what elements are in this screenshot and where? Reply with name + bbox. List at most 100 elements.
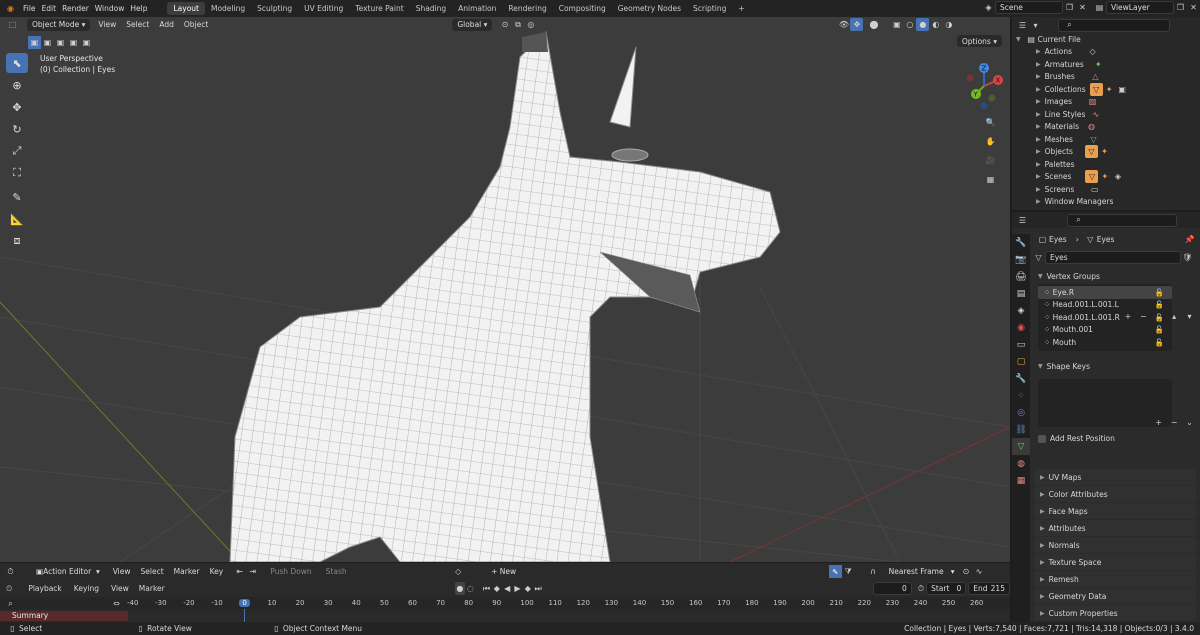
- outliner-item-objects[interactable]: ▶ Objects ▽ ✦: [1012, 145, 1200, 159]
- menu-window[interactable]: Window: [95, 4, 125, 13]
- shading-solid-icon[interactable]: ●: [916, 18, 930, 31]
- remove-vertex-group-button[interactable]: −: [1137, 310, 1150, 323]
- overlays-icon[interactable]: ⬤: [867, 18, 880, 31]
- measure-tool-icon[interactable]: 📐: [6, 209, 28, 229]
- blender-logo-icon[interactable]: ◉: [4, 2, 17, 15]
- zoom-icon[interactable]: 🔍: [984, 116, 997, 129]
- scene-field[interactable]: Scene: [995, 1, 1063, 14]
- select-extend-icon[interactable]: ▣: [41, 36, 54, 49]
- render-tab-icon[interactable]: 📷: [1012, 251, 1030, 268]
- add-shape-key-button[interactable]: +: [1152, 416, 1165, 429]
- particles-tab-icon[interactable]: ⁘: [1012, 387, 1030, 404]
- add-vertex-group-button[interactable]: +: [1121, 310, 1134, 323]
- lock-icon[interactable]: 🔓: [1155, 338, 1164, 347]
- physics-tab-icon[interactable]: ◎: [1012, 404, 1030, 421]
- copy-view-layer-icon[interactable]: ❐: [1174, 1, 1187, 14]
- select-box-tool-icon[interactable]: ⬉: [6, 53, 28, 73]
- visibility-icon[interactable]: 👁: [837, 18, 850, 31]
- outliner-item-palettes[interactable]: ▶ Palettes: [1012, 158, 1200, 171]
- transform-tool-icon[interactable]: ⛶: [6, 163, 28, 183]
- outliner-item-brushes[interactable]: ▶ Brushes △: [1012, 71, 1200, 84]
- shading-rendered-icon[interactable]: ◑: [942, 18, 955, 31]
- panel-normals[interactable]: ▶ Normals: [1034, 537, 1196, 553]
- panel-uv-maps[interactable]: ▶ UV Maps: [1034, 469, 1196, 485]
- cursor-tool-icon[interactable]: ⊕: [6, 75, 28, 95]
- outliner-item-materials[interactable]: ▶ Materials ◍: [1012, 121, 1200, 134]
- rotate-tool-icon[interactable]: ↻: [6, 119, 28, 139]
- tab-uv-editing[interactable]: UV Editing: [298, 2, 349, 15]
- panel-geometry-data[interactable]: ▶ Geometry Data: [1034, 588, 1196, 604]
- outliner-item-collections[interactable]: ▶ Collections ▽ ✦ ▣: [1012, 82, 1200, 96]
- select-invert-icon[interactable]: ▣: [67, 36, 80, 49]
- properties-search-input[interactable]: ⌕: [1067, 213, 1177, 227]
- outliner-item-meshes[interactable]: ▶ Meshes ▽: [1012, 133, 1200, 146]
- editor-type-icon[interactable]: ⬚: [6, 18, 19, 31]
- outliner-item-screens[interactable]: ▶ Screens ▭: [1012, 183, 1200, 196]
- vertex-group-item[interactable]: ⁘ Eye.R 🔓: [1038, 286, 1172, 299]
- outliner-item-images[interactable]: ▶ Images ▨: [1012, 96, 1200, 109]
- tab-rendering[interactable]: Rendering: [502, 2, 552, 15]
- add-cube-tool-icon[interactable]: ⧈: [6, 231, 28, 251]
- scene-icon[interactable]: ◈: [982, 1, 995, 14]
- display-mode-icon[interactable]: ▾: [1029, 19, 1042, 32]
- outliner-item-line-styles[interactable]: ▶ Line Styles ∿: [1012, 108, 1200, 121]
- tab-texture-paint[interactable]: Texture Paint: [349, 2, 409, 15]
- scene-tab-icon[interactable]: ◈: [1012, 302, 1030, 319]
- pin-icon[interactable]: 📌: [1183, 233, 1196, 246]
- modifiers-tab-icon[interactable]: 🔧: [1012, 370, 1030, 387]
- select-subtract-icon[interactable]: ▣: [54, 36, 67, 49]
- pan-hand-icon[interactable]: ✋: [984, 135, 997, 148]
- shape-key-menu-icon[interactable]: ⌄: [1183, 416, 1196, 429]
- move-down-icon[interactable]: ▾: [1183, 310, 1196, 323]
- vp-menu-view[interactable]: View: [98, 20, 116, 29]
- tab-shading[interactable]: Shading: [410, 2, 452, 15]
- move-up-icon[interactable]: ▴: [1168, 310, 1181, 323]
- mesh-name-field[interactable]: Eyes: [1045, 250, 1181, 264]
- copy-scene-icon[interactable]: ❐: [1063, 1, 1076, 14]
- annotate-tool-icon[interactable]: ✎: [6, 187, 28, 207]
- remove-shape-key-button[interactable]: −: [1168, 416, 1181, 429]
- vp-menu-add[interactable]: Add: [159, 20, 174, 29]
- axis-gizmo[interactable]: X Y Z: [962, 62, 1006, 112]
- tab-modeling[interactable]: Modeling: [205, 2, 251, 15]
- delete-view-layer-icon[interactable]: ✕: [1187, 1, 1200, 14]
- xray-icon[interactable]: ▣: [890, 18, 903, 31]
- outliner-item-scenes[interactable]: ▶ Scenes ▽ ✦ ◈: [1012, 170, 1200, 184]
- vp-menu-select[interactable]: Select: [126, 20, 149, 29]
- object-data-tab-icon[interactable]: ▽: [1012, 438, 1030, 455]
- outliner-item-armatures[interactable]: ▶ Armatures ✦: [1012, 58, 1200, 71]
- outliner-root[interactable]: ▼ ▤ Current File: [1012, 33, 1200, 46]
- perspective-toggle-icon[interactable]: ▦: [984, 173, 997, 186]
- mesh-data-icon[interactable]: ▽: [1032, 251, 1045, 264]
- playhead-line[interactable]: [244, 609, 245, 622]
- tab-compositing[interactable]: Compositing: [553, 2, 612, 15]
- panel-texture-space[interactable]: ▶ Texture Space: [1034, 554, 1196, 570]
- vertex-groups-header[interactable]: ▼ Vertex Groups: [1030, 268, 1200, 284]
- panel-remesh[interactable]: ▶ Remesh: [1034, 571, 1196, 587]
- outliner-search-input[interactable]: ⌕: [1058, 18, 1170, 32]
- proportional-edit-icon[interactable]: ◎: [524, 18, 537, 31]
- constraints-tab-icon[interactable]: ⛓: [1012, 421, 1030, 438]
- properties-editor-icon[interactable]: ☰: [1016, 214, 1029, 227]
- transform-orientation-dropdown[interactable]: Global ▾: [452, 18, 493, 31]
- vertex-group-menu-icon[interactable]: ⌄: [1152, 310, 1165, 323]
- menu-file[interactable]: File: [23, 4, 36, 13]
- move-tool-icon[interactable]: ✥: [6, 97, 28, 117]
- pivot-icon[interactable]: ⊙: [498, 18, 511, 31]
- tab-scripting[interactable]: Scripting: [687, 2, 732, 15]
- shape-keys-header[interactable]: ▼ Shape Keys: [1030, 359, 1200, 375]
- output-tab-icon[interactable]: 🖨: [1012, 268, 1030, 285]
- world-tab-icon[interactable]: ◉: [1012, 319, 1030, 336]
- vertex-group-item[interactable]: ⁘ Mouth.001 🔓: [1038, 324, 1172, 337]
- 3d-viewport[interactable]: ⬚ Object Mode ▾ View Select Add Object G…: [0, 17, 1010, 562]
- tab-geometry-nodes[interactable]: Geometry Nodes: [612, 2, 687, 15]
- collection-tab-icon[interactable]: ▭: [1012, 336, 1030, 353]
- outliner-item-actions[interactable]: ▶ Actions ◇: [1012, 46, 1200, 59]
- vertex-group-item[interactable]: ⁘ Mouth 🔓: [1038, 336, 1172, 349]
- tab-sculpting[interactable]: Sculpting: [251, 2, 298, 15]
- outliner-editor-icon[interactable]: ☰: [1016, 19, 1029, 32]
- panel-color-attributes[interactable]: ▶ Color Attributes: [1034, 486, 1196, 502]
- panel-custom-properties[interactable]: ▶ Custom Properties: [1034, 605, 1196, 621]
- view-layer-field[interactable]: ViewLayer: [1106, 1, 1174, 14]
- view-layer-tab-icon[interactable]: ▤: [1012, 285, 1030, 302]
